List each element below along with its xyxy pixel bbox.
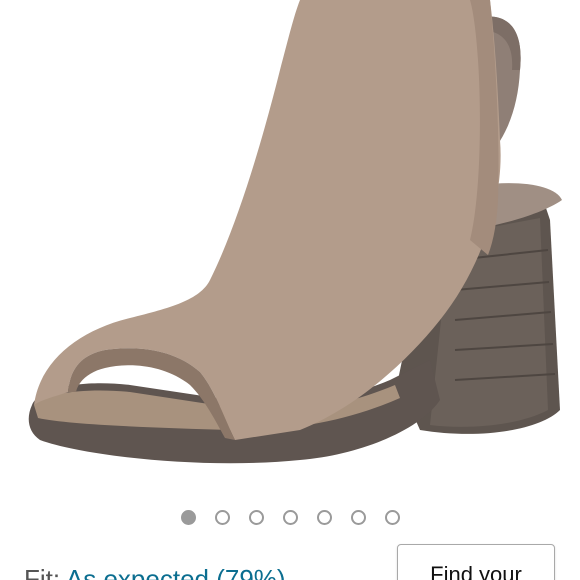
carousel-dot-6[interactable]	[350, 509, 366, 525]
carousel-dot-7[interactable]	[384, 509, 400, 525]
product-image[interactable]	[0, 0, 580, 490]
find-your-size-button[interactable]: Find your	[397, 544, 555, 580]
carousel-dot-5[interactable]	[316, 509, 332, 525]
image-carousel-dots	[0, 507, 580, 527]
fit-value-link[interactable]: As expected (79%)	[66, 564, 286, 580]
shoe-image	[28, 0, 562, 464]
carousel-dot-4[interactable]	[282, 509, 298, 525]
fit-info: Fit: As expected (79%)	[24, 564, 286, 580]
carousel-dot-3[interactable]	[248, 509, 264, 525]
carousel-dot-1[interactable]	[180, 509, 196, 525]
fit-label: Fit:	[24, 564, 61, 580]
carousel-dot-2[interactable]	[214, 509, 230, 525]
